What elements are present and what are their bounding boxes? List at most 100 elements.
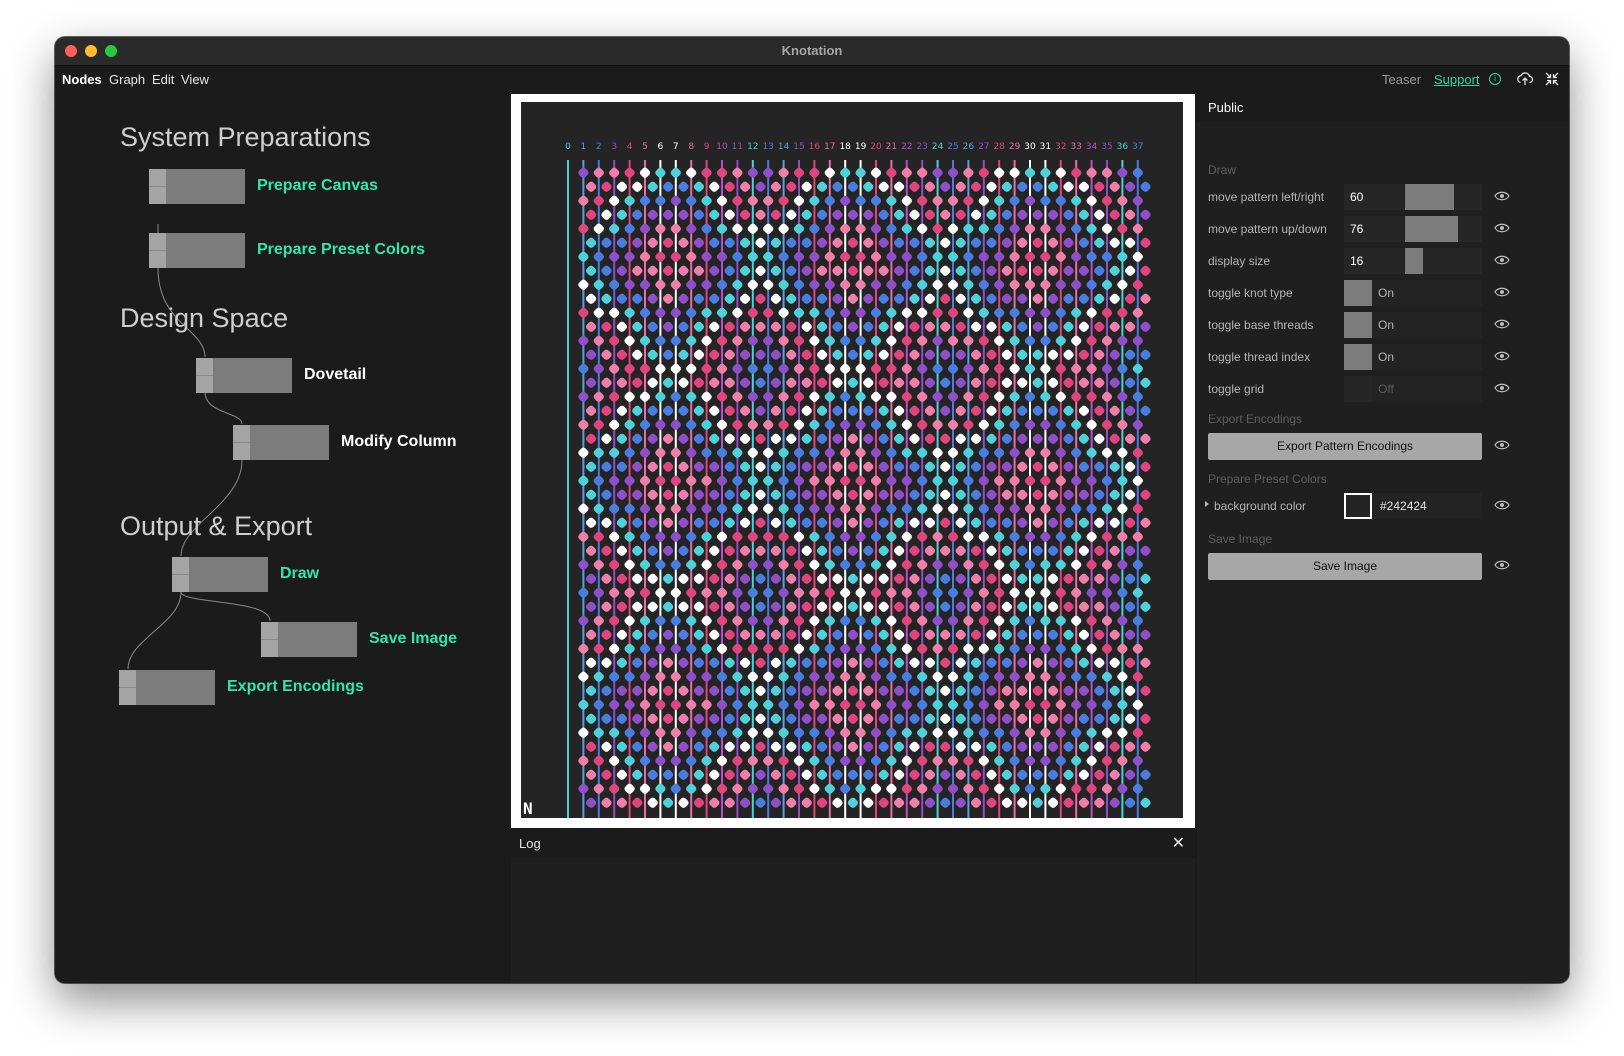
knot bbox=[840, 475, 851, 486]
knot bbox=[778, 307, 789, 318]
expand-caret-icon[interactable] bbox=[1205, 501, 1209, 507]
knot bbox=[1124, 433, 1136, 444]
knot bbox=[624, 699, 635, 710]
knot bbox=[670, 307, 681, 318]
knot bbox=[1124, 237, 1136, 248]
eye-icon[interactable] bbox=[1494, 382, 1510, 394]
knot bbox=[870, 783, 882, 794]
toggle-switch[interactable] bbox=[1344, 344, 1372, 370]
eye-icon[interactable] bbox=[1494, 190, 1510, 202]
toggle-switch[interactable] bbox=[1344, 280, 1372, 306]
close-icon[interactable]: ✕ bbox=[1172, 833, 1185, 853]
node-port[interactable] bbox=[196, 358, 213, 393]
node-body[interactable] bbox=[261, 622, 357, 657]
node-port[interactable] bbox=[172, 557, 189, 592]
slider-fill bbox=[1405, 248, 1423, 274]
toggle-label: toggle base threads bbox=[1208, 318, 1314, 332]
eye-icon[interactable] bbox=[1494, 350, 1510, 362]
node-port[interactable] bbox=[149, 169, 166, 204]
eye-icon[interactable] bbox=[1494, 318, 1510, 330]
node-body[interactable] bbox=[119, 670, 215, 705]
eye-icon[interactable] bbox=[1494, 222, 1510, 234]
menu-graph[interactable]: Graph bbox=[109, 72, 145, 87]
node-port[interactable] bbox=[119, 670, 136, 705]
node-body[interactable] bbox=[196, 358, 292, 393]
knot bbox=[863, 433, 874, 444]
knot bbox=[1017, 349, 1028, 360]
param-value-input[interactable]: 16 bbox=[1344, 248, 1404, 274]
param-slider[interactable] bbox=[1405, 216, 1482, 242]
eye-icon[interactable] bbox=[1494, 254, 1510, 266]
save-image-button[interactable]: Save Image bbox=[1208, 553, 1482, 580]
teaser-link[interactable]: Teaser bbox=[1382, 72, 1421, 87]
knot bbox=[893, 629, 905, 640]
knot bbox=[1024, 251, 1036, 262]
support-link[interactable]: Support bbox=[1434, 72, 1480, 87]
node-body[interactable] bbox=[172, 557, 268, 592]
node-port[interactable] bbox=[233, 425, 250, 460]
knot bbox=[786, 181, 797, 192]
knot bbox=[986, 433, 997, 444]
export-pattern-encodings-button[interactable]: Export Pattern Encodings bbox=[1208, 433, 1482, 460]
info-icon[interactable]: i bbox=[1489, 73, 1501, 85]
knot bbox=[609, 195, 620, 206]
knot bbox=[655, 559, 666, 570]
knot bbox=[786, 433, 797, 444]
node-body[interactable] bbox=[149, 233, 245, 268]
knot bbox=[716, 783, 728, 794]
knot bbox=[1032, 657, 1043, 668]
knot bbox=[709, 433, 720, 444]
toggle-grid: toggle grid Off bbox=[1197, 374, 1569, 404]
knot bbox=[1109, 321, 1120, 332]
toggle-switch[interactable] bbox=[1344, 376, 1372, 402]
knot bbox=[1024, 335, 1036, 346]
knot bbox=[1017, 601, 1028, 612]
knot bbox=[686, 447, 697, 458]
knot bbox=[970, 461, 982, 472]
param-slider[interactable] bbox=[1405, 248, 1482, 274]
knot bbox=[686, 223, 697, 234]
knot bbox=[732, 475, 743, 486]
param-slider[interactable] bbox=[1405, 184, 1482, 210]
knot bbox=[724, 433, 735, 444]
collapse-icon[interactable] bbox=[1543, 70, 1561, 88]
menu-view[interactable]: View bbox=[181, 72, 209, 87]
knot bbox=[801, 517, 812, 528]
menu-edit[interactable]: Edit bbox=[152, 72, 174, 87]
node-port[interactable] bbox=[261, 622, 278, 657]
knot bbox=[840, 279, 851, 290]
section-save-image: Save Image bbox=[1208, 532, 1273, 546]
eye-icon[interactable] bbox=[1494, 286, 1510, 298]
node-body[interactable] bbox=[149, 169, 245, 204]
param-value-input[interactable]: 76 bbox=[1344, 216, 1404, 242]
menu-nodes[interactable]: Nodes bbox=[62, 72, 102, 87]
knot bbox=[840, 335, 851, 346]
knot bbox=[1086, 559, 1097, 570]
knot bbox=[755, 545, 766, 556]
knot bbox=[793, 531, 805, 542]
knot bbox=[793, 783, 805, 794]
knot bbox=[994, 755, 1005, 766]
param-value-input[interactable]: 60 bbox=[1344, 184, 1404, 210]
node-port[interactable] bbox=[149, 233, 166, 268]
eye-icon[interactable] bbox=[1494, 499, 1510, 511]
eye-icon[interactable] bbox=[1494, 559, 1510, 571]
knot bbox=[647, 293, 658, 304]
color-swatch[interactable] bbox=[1344, 493, 1372, 519]
knot bbox=[924, 657, 936, 668]
knot bbox=[1086, 391, 1097, 402]
knot bbox=[816, 405, 828, 416]
node-body[interactable] bbox=[233, 425, 329, 460]
section-prepare-preset-colors: Prepare Preset Colors bbox=[1208, 472, 1327, 486]
knot bbox=[747, 335, 758, 346]
color-hex-input[interactable]: #242424 bbox=[1372, 493, 1482, 519]
knot bbox=[1009, 671, 1020, 682]
pattern-canvas[interactable]: 0 1 2 3 4 5 6 7 8 9 10 11 12 13 14 15 16 17 18 19 20 21 22 23 24… bbox=[521, 102, 1183, 818]
cloud-upload-icon[interactable] bbox=[1516, 70, 1534, 88]
knot bbox=[624, 559, 635, 570]
knot bbox=[1117, 419, 1128, 430]
knot bbox=[662, 769, 674, 780]
eye-icon[interactable] bbox=[1494, 439, 1510, 451]
toggle-switch[interactable] bbox=[1344, 312, 1372, 338]
knot bbox=[940, 237, 951, 248]
